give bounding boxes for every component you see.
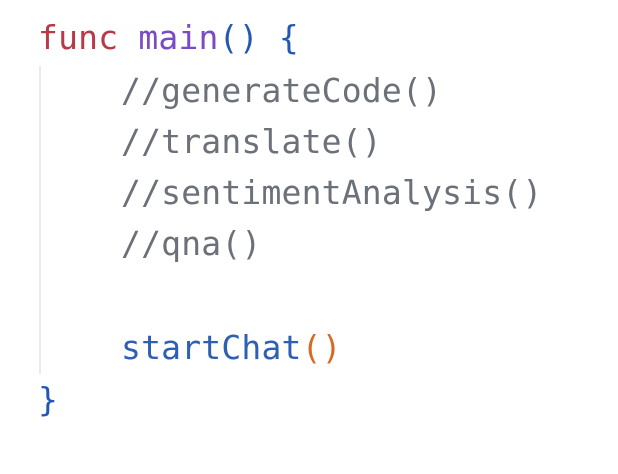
main-params: () xyxy=(218,18,259,57)
comment-line-sentiment-analysis: //sentimentAnalysis() xyxy=(121,173,543,212)
code-editor: func main() { //generateCode() //transla… xyxy=(0,0,618,474)
code-line-func-declaration: func main() { xyxy=(38,16,299,60)
open-brace: { xyxy=(278,18,299,57)
main-function-name: main xyxy=(138,18,219,57)
code-line-start-chat: startChat() xyxy=(121,326,342,370)
comment-line-qna: //qna() xyxy=(121,224,262,263)
indent-guide xyxy=(39,66,41,374)
comment-line-generate-code: //generateCode() xyxy=(121,71,443,110)
comment-line-translate: //translate() xyxy=(121,122,382,161)
func-keyword: func xyxy=(38,18,119,57)
start-chat-parens: () xyxy=(301,328,342,367)
close-brace: } xyxy=(38,380,59,419)
start-chat-call: startChat xyxy=(121,328,302,367)
